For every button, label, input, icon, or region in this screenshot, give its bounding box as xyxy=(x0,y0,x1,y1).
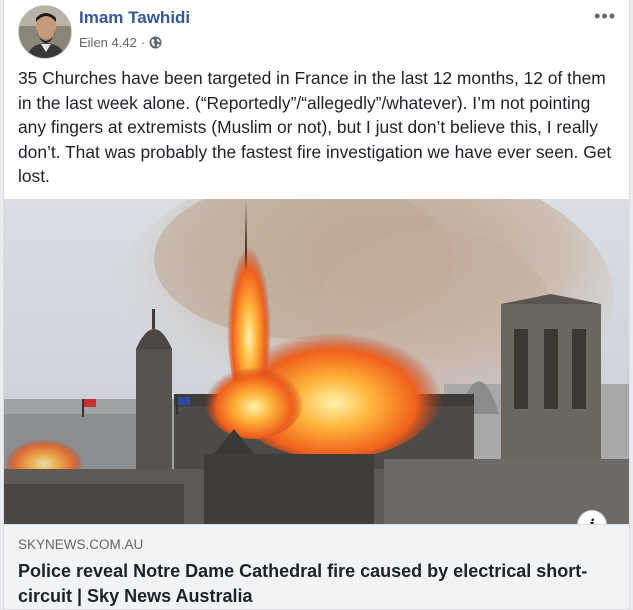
link-preview-info[interactable]: SKYNEWS.COM.AU Police reveal Notre Dame … xyxy=(4,524,629,609)
link-title[interactable]: Police reveal Notre Dame Cathedral fire … xyxy=(18,559,618,609)
link-domain: SKYNEWS.COM.AU xyxy=(18,537,144,552)
author-avatar[interactable] xyxy=(18,5,72,59)
post-card: Imam Tawhidi Eilen 4.42 · ••• 35 Churche… xyxy=(3,0,630,610)
globe-icon[interactable] xyxy=(149,36,162,49)
more-options-button[interactable]: ••• xyxy=(594,6,616,27)
post-timestamp[interactable]: Eilen 4.42 xyxy=(79,35,137,50)
post-meta: Eilen 4.42 · xyxy=(79,35,162,50)
meta-separator: · xyxy=(140,35,146,50)
post-text: 35 Churches have been targeted in France… xyxy=(18,68,612,186)
link-preview-image[interactable] xyxy=(4,199,629,524)
author-name[interactable]: Imam Tawhidi xyxy=(79,8,190,28)
